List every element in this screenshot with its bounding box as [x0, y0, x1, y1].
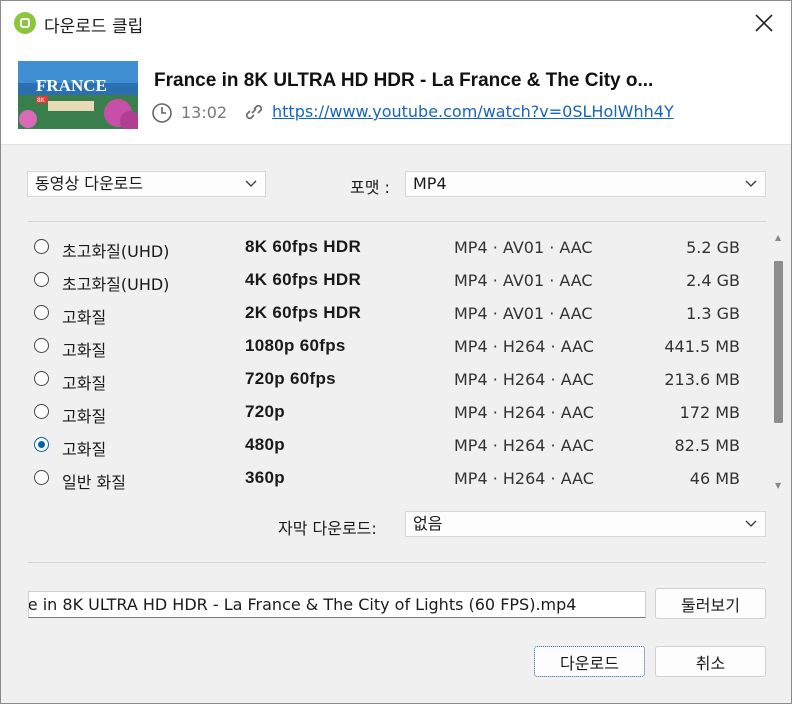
quality-radio[interactable] [34, 305, 49, 320]
resolution-label: 4K 60fps HDR [245, 270, 362, 289]
title-bar: 다운로드 클립 [1, 1, 791, 45]
codec-label: MP4 · H264 · AAC [454, 370, 594, 389]
quality-label: 고화질 [62, 341, 107, 360]
close-icon [755, 14, 773, 32]
quality-radio[interactable] [34, 404, 49, 419]
subtitle-value: 없음 [413, 514, 443, 533]
window-title: 다운로드 클립 [44, 17, 144, 37]
resolution-label: 480p [245, 435, 285, 454]
quality-radio[interactable] [34, 239, 49, 254]
scroll-up-arrow-icon[interactable]: ▲ [775, 233, 781, 242]
divider [28, 221, 766, 222]
quality-row[interactable]: 고화질 720p 60fps MP4 · H264 · AAC 213.6 MB [28, 363, 758, 396]
resolution-label: 720p [245, 402, 285, 421]
quality-label: 일반 화질 [62, 473, 126, 492]
video-title: France in 8K ULTRA HD HDR - La France & … [154, 70, 654, 91]
size-label: 213.6 MB [664, 370, 740, 389]
browse-button[interactable]: 둘러보기 [655, 588, 766, 619]
divider [28, 562, 766, 563]
format-value: MP4 [413, 174, 447, 193]
subtitle-label: 자막 다운로드: [278, 519, 377, 538]
resolution-label: 2K 60fps HDR [245, 303, 362, 322]
video-thumbnail: FRANCE 8K [18, 61, 138, 129]
size-label: 5.2 GB [686, 238, 740, 257]
filename-input[interactable]: ce in 8K ULTRA HD HDR - La France & The … [28, 591, 646, 618]
download-type-value: 동영상 다운로드 [35, 174, 144, 193]
quality-row[interactable]: 고화질 2K 60fps HDR MP4 · AV01 · AAC 1.3 GB [28, 297, 758, 330]
quality-row[interactable]: 일반 화질 360p MP4 · H264 · AAC 46 MB [28, 462, 758, 495]
format-select[interactable]: MP4 [405, 171, 766, 197]
chevron-down-icon [245, 180, 257, 187]
quality-row-selected[interactable]: 고화질 480p MP4 · H264 · AAC 82.5 MB [28, 429, 758, 462]
codec-label: MP4 · H264 · AAC [454, 469, 594, 488]
codec-label: MP4 · AV01 · AAC [454, 271, 593, 290]
quality-label: 고화질 [62, 407, 107, 426]
codec-label: MP4 · AV01 · AAC [454, 304, 593, 323]
video-url-link[interactable]: https://www.youtube.com/watch?v=0SLHolWh… [272, 102, 674, 121]
codec-label: MP4 · AV01 · AAC [454, 238, 593, 257]
quality-list-scrollbar[interactable]: ▲ ▼ [771, 231, 787, 493]
quality-row[interactable]: 고화질 720p MP4 · H264 · AAC 172 MB [28, 396, 758, 429]
format-label: 포맷 : [350, 178, 390, 197]
quality-row[interactable]: 고화질 1080p 60fps MP4 · H264 · AAC 441.5 M… [28, 330, 758, 363]
size-label: 82.5 MB [674, 436, 741, 455]
quality-row[interactable]: 초고화질(UHD) 8K 60fps HDR MP4 · AV01 · AAC … [28, 231, 758, 264]
thumbnail-title-text: FRANCE [36, 76, 107, 95]
resolution-label: 720p 60fps [245, 369, 336, 388]
codec-label: MP4 · H264 · AAC [454, 403, 594, 422]
thumbnail-badge-text: 8K [37, 97, 46, 104]
codec-label: MP4 · H264 · AAC [454, 436, 594, 455]
quality-radio-selected[interactable] [34, 437, 49, 452]
quality-label: 고화질 [62, 308, 107, 327]
quality-label: 고화질 [62, 440, 107, 459]
download-clip-dialog: 다운로드 클립 FRANCE 8K France in 8K ULTRA HD … [0, 0, 792, 704]
codec-label: MP4 · H264 · AAC [454, 337, 594, 356]
size-label: 1.3 GB [686, 304, 740, 323]
quality-radio[interactable] [34, 338, 49, 353]
size-label: 172 MB [679, 403, 740, 422]
resolution-label: 8K 60fps HDR [245, 237, 362, 256]
clock-icon [152, 103, 172, 123]
size-label: 2.4 GB [686, 271, 740, 290]
chevron-down-icon [745, 180, 757, 187]
link-icon [245, 104, 263, 120]
app-icon [14, 12, 36, 34]
chevron-down-icon [745, 520, 757, 527]
size-label: 46 MB [689, 469, 740, 488]
quality-label: 고화질 [62, 374, 107, 393]
subtitle-select[interactable]: 없음 [405, 511, 766, 537]
size-label: 441.5 MB [664, 337, 740, 356]
scrollbar-thumb[interactable] [774, 261, 783, 423]
filename-value: ce in 8K ULTRA HD HDR - La France & The … [28, 595, 577, 614]
resolution-label: 360p [245, 468, 285, 487]
quality-radio[interactable] [34, 371, 49, 386]
quality-label: 초고화질(UHD) [62, 275, 170, 294]
quality-label: 초고화질(UHD) [62, 242, 170, 261]
video-info-header: FRANCE 8K France in 8K ULTRA HD HDR - La… [1, 45, 791, 145]
quality-radio[interactable] [34, 470, 49, 485]
scroll-down-arrow-icon[interactable]: ▼ [775, 481, 781, 490]
quality-row[interactable]: 초고화질(UHD) 4K 60fps HDR MP4 · AV01 · AAC … [28, 264, 758, 297]
close-button[interactable] [741, 5, 787, 41]
quality-radio[interactable] [34, 272, 49, 287]
video-duration: 13:02 [181, 103, 228, 122]
download-type-select[interactable]: 동영상 다운로드 [27, 171, 266, 197]
download-button[interactable]: 다운로드 [534, 646, 645, 677]
cancel-button[interactable]: 취소 [655, 646, 766, 677]
resolution-label: 1080p 60fps [245, 336, 346, 355]
